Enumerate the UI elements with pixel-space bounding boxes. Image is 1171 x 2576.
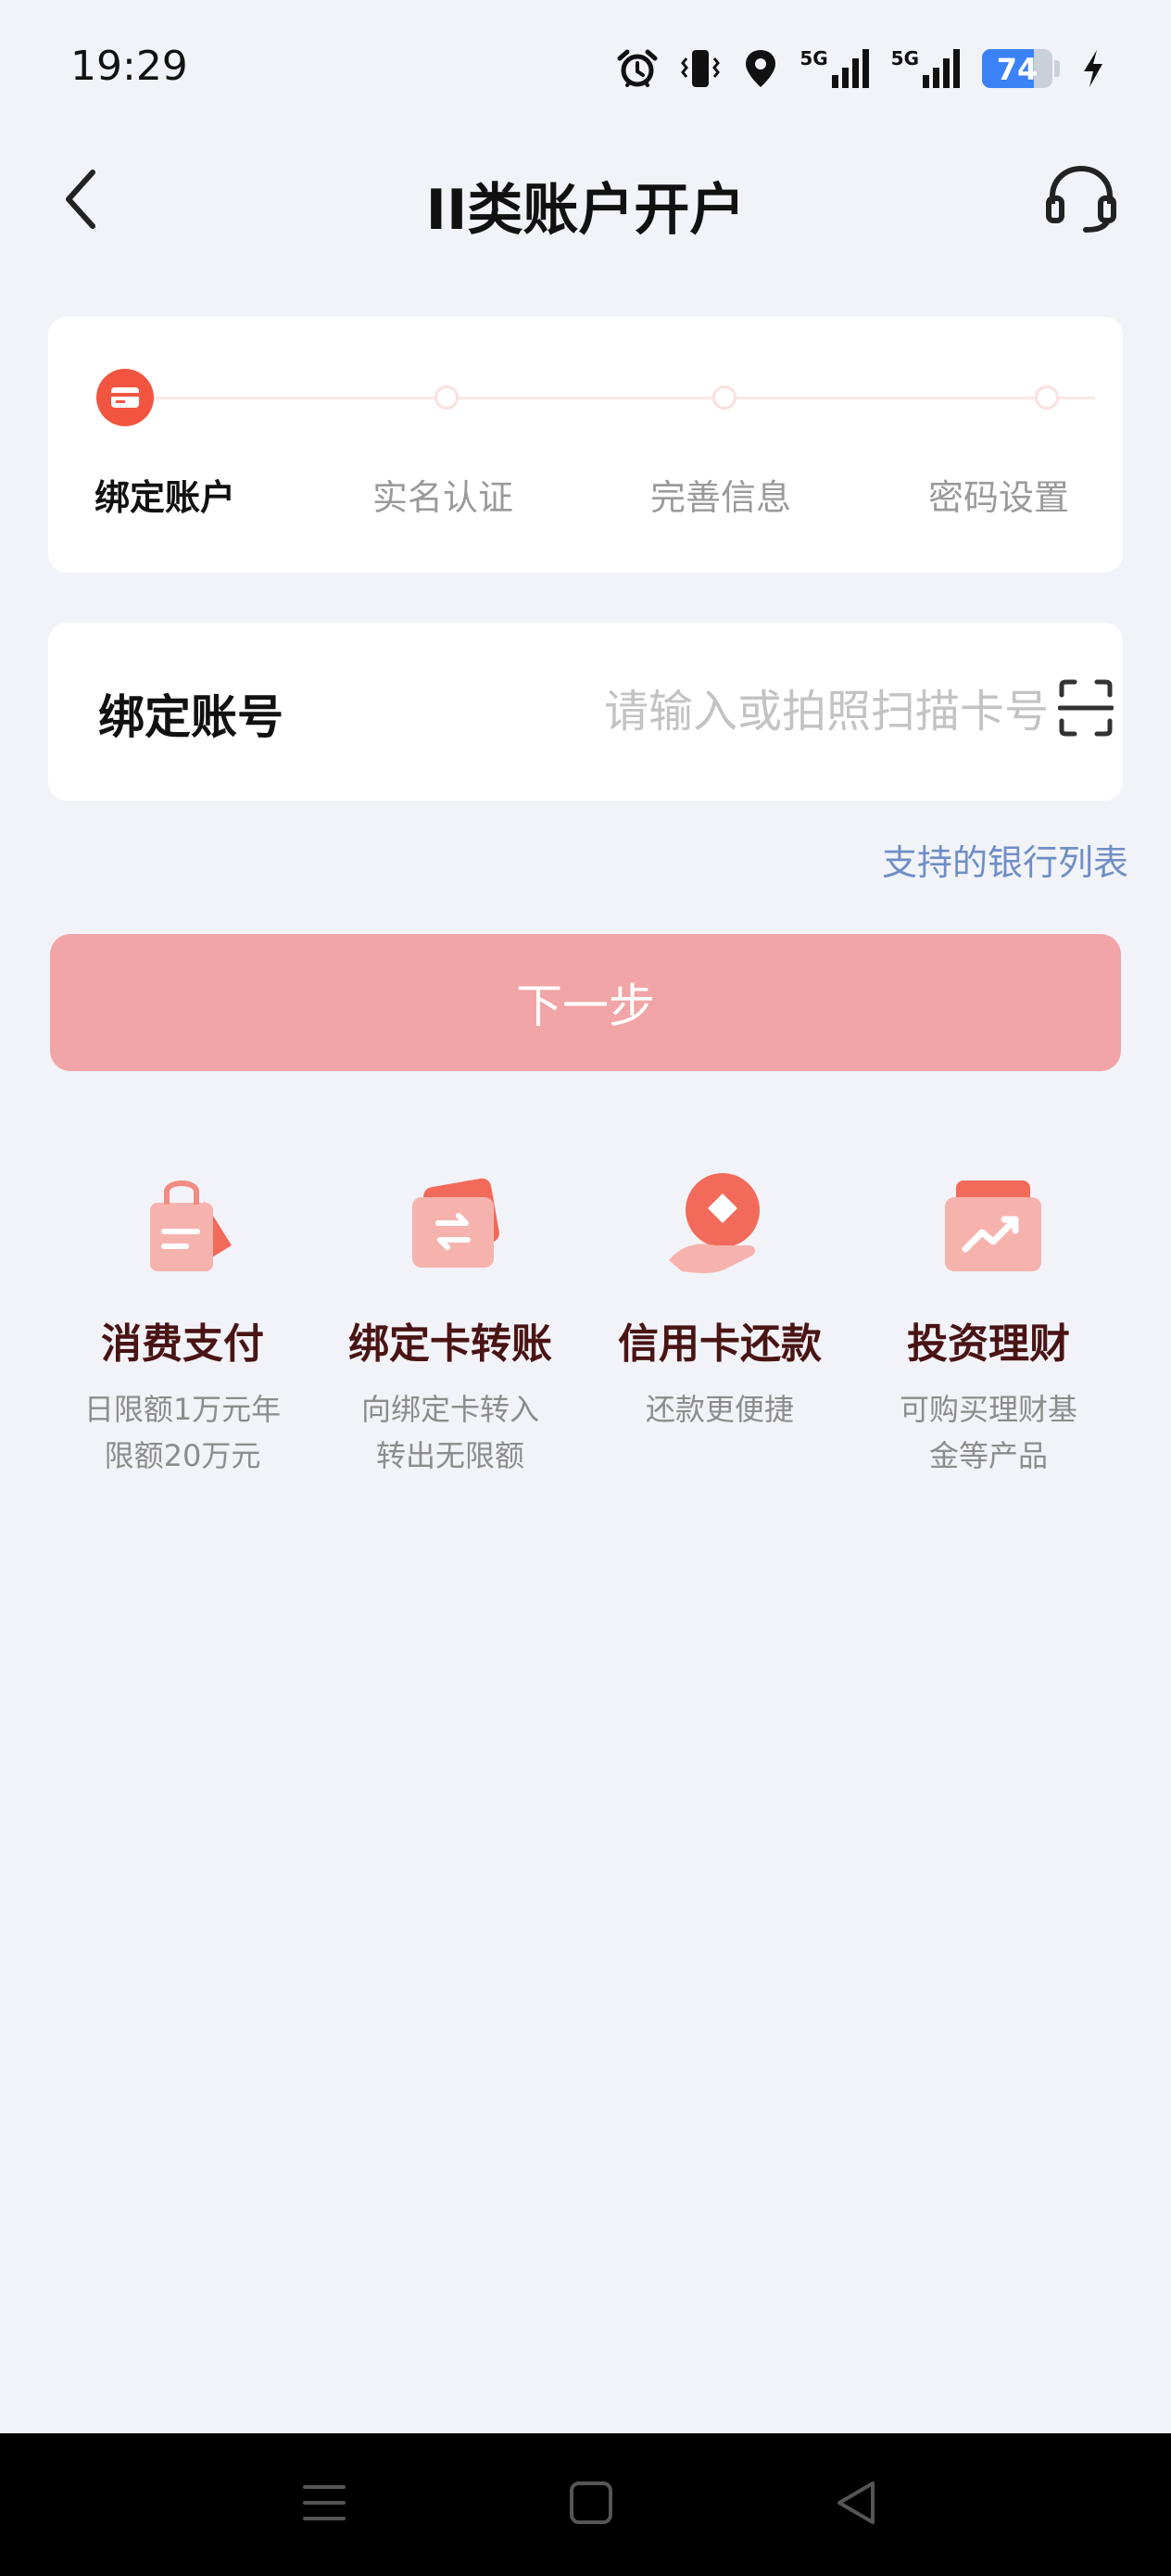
supported-banks-link[interactable]: 支持的银行列表 [882,834,1128,885]
step-label-complete-info: 完善信息 [650,477,792,518]
system-back-button[interactable] [825,2470,889,2535]
account-input-card: 绑定账号 [48,623,1123,801]
scan-icon [1057,679,1114,737]
customer-service-button[interactable] [1043,161,1119,237]
network-type-label: 5G [800,47,828,69]
feature-credit-repayment: 信用卡还款 还款更便捷 [586,1164,854,1433]
feature-desc-line: 转出无限额 [375,1438,524,1473]
transfer-card-icon [412,1178,499,1268]
feature-title: 投资理财 [907,1320,1070,1368]
status-bar: 19:29 5G 5G 74 [0,0,1171,139]
status-time: 19:29 [70,43,188,90]
network-type-label: 5G [890,47,919,69]
system-nav-bar [0,2433,1171,2576]
recent-apps-button[interactable] [292,2470,357,2535]
feature-payment: 消费支付 日限额1万元年 限额20万元 [48,1164,317,1479]
location-icon [746,50,776,87]
feature-desc: 向绑定卡转入 转出无限额 [316,1386,585,1479]
step-label-bind-account: 绑定账户 [94,477,236,518]
feature-desc: 日限额1万元年 限额20万元 [48,1386,317,1479]
shopping-bag-icon [150,1181,232,1271]
battery-level: 74 [996,52,1039,87]
headset-icon [1046,165,1116,233]
step-label-real-name: 实名认证 [372,477,514,518]
feature-title: 消费支付 [101,1320,264,1368]
back-icon [837,2481,875,2524]
home-icon [570,2481,612,2524]
feature-title: 信用卡还款 [618,1320,822,1368]
step-active-marker [96,369,154,426]
vibrate-icon [681,50,721,87]
battery-body: 74 [982,49,1052,88]
feature-desc: 可购买理财基 金等产品 [854,1386,1123,1479]
feature-desc: 还款更便捷 [586,1386,854,1433]
alarm-icon [617,49,658,87]
page-title: II类账户开户 [425,178,746,243]
step-dot-2 [434,385,459,410]
feature-title: 绑定卡转账 [348,1320,552,1368]
feature-desc-line: 可购买理财基 [899,1392,1077,1427]
feature-investment: 投资理财 可购买理财基 金等产品 [854,1164,1123,1479]
menu-icon [303,2485,346,2520]
status-icons: 5G 5G 74 [616,43,1106,95]
step-dot-4 [1035,385,1059,410]
feature-desc-line: 还款更便捷 [645,1392,794,1427]
card-icon [111,387,139,408]
signal-2: 5G [891,47,962,90]
step-track [124,397,1095,399]
step-dot-3 [712,385,737,410]
screen: 19:29 5G 5G 74 II类账户开户 绑定账户 实名认证 完善信息 密码… [0,0,1171,2576]
account-field-label: 绑定账号 [98,690,283,744]
next-step-button[interactable]: 下一步 [50,934,1121,1071]
feature-desc-line: 向绑定卡转入 [360,1392,539,1427]
feature-transfer: 绑定卡转账 向绑定卡转入 转出无限额 [316,1164,585,1479]
battery-icon: 74 [982,49,1060,88]
step-label-password: 密码设置 [928,477,1070,518]
card-number-input[interactable] [465,673,1049,751]
home-button[interactable] [559,2470,623,2535]
step-progress-card: 绑定账户 实名认证 完善信息 密码设置 [48,317,1123,573]
charging-icon [1084,50,1102,87]
nav-bar: II类账户开户 [0,139,1171,259]
feature-desc-line: 限额20万元 [104,1438,261,1473]
signal-1: 5G [800,47,870,90]
repayment-hand-icon [669,1173,760,1273]
feature-desc-line: 金等产品 [928,1438,1048,1473]
signal-icon [831,49,869,88]
investment-chart-icon [945,1181,1041,1271]
battery-cap [1054,60,1060,77]
scan-card-button[interactable] [1057,678,1114,738]
feature-desc-line: 日限额1万元年 [83,1392,282,1427]
signal-icon [923,49,960,88]
